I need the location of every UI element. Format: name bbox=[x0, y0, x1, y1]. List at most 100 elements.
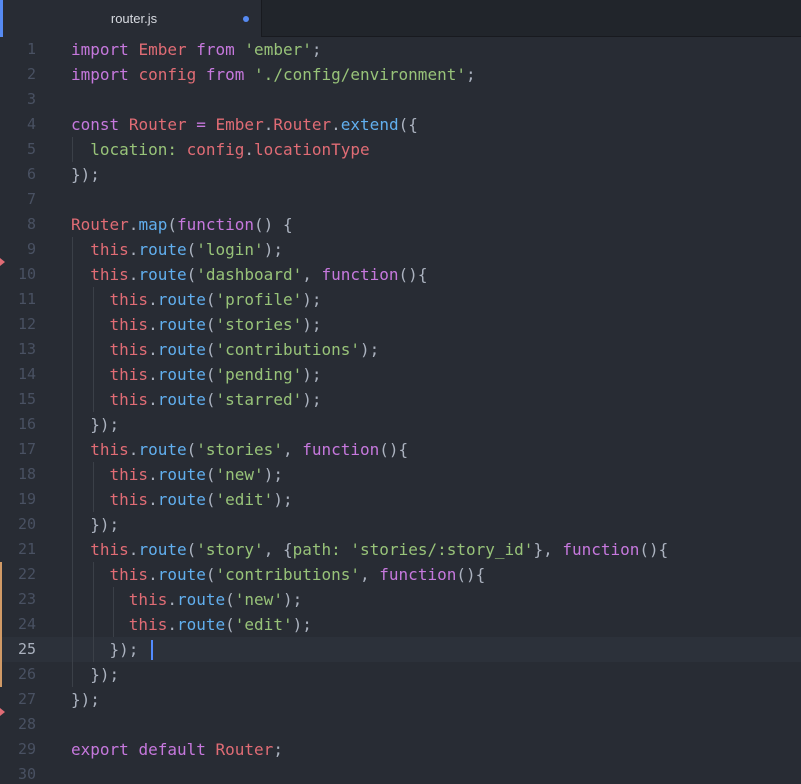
line-number[interactable]: 8 bbox=[0, 212, 36, 237]
code-token: . bbox=[244, 140, 255, 159]
code-line[interactable]: 8 Router.map(function() { bbox=[0, 212, 801, 237]
line-number[interactable]: 9 bbox=[0, 237, 36, 262]
line-number[interactable]: 15 bbox=[0, 387, 36, 412]
code-line[interactable]: 5 location: config.locationType bbox=[0, 137, 801, 162]
tab-bar: router.js bbox=[0, 0, 801, 37]
code-editor[interactable]: 1 import Ember from 'ember'; 2 import confi… bbox=[0, 37, 801, 784]
code-token: route bbox=[138, 240, 187, 259]
line-number[interactable]: 19 bbox=[0, 487, 36, 512]
line-number[interactable]: 11 bbox=[0, 287, 36, 312]
code-token: 'profile' bbox=[215, 290, 303, 309]
code-text: this.route('dashboard', function(){ bbox=[71, 262, 427, 287]
indent-guide bbox=[72, 462, 73, 487]
line-number[interactable]: 4 bbox=[0, 112, 36, 137]
code-line[interactable]: 17 this.route('stories', function(){ bbox=[0, 437, 801, 462]
code-line[interactable]: 10 this.route('dashboard', function(){ bbox=[0, 262, 801, 287]
line-number[interactable]: 24 bbox=[0, 612, 36, 637]
line-number[interactable]: 26 bbox=[0, 662, 36, 687]
code-line[interactable]: 30 bbox=[0, 762, 801, 784]
line-number[interactable]: 2 bbox=[0, 62, 36, 87]
code-line[interactable]: 6}); bbox=[0, 162, 801, 187]
code-line[interactable]: 12 this.route('stories'); bbox=[0, 312, 801, 337]
line-number[interactable]: 25 bbox=[0, 637, 36, 662]
code-token: }, bbox=[533, 540, 563, 559]
line-number[interactable]: 17 bbox=[0, 437, 36, 462]
line-number[interactable]: 12 bbox=[0, 312, 36, 337]
line-number[interactable]: 10 bbox=[0, 262, 36, 287]
code-line[interactable]: 1 import Ember from 'ember'; bbox=[0, 37, 801, 62]
code-line[interactable]: 25 }); bbox=[0, 637, 801, 662]
code-token: this bbox=[90, 265, 129, 284]
line-number[interactable]: 29 bbox=[0, 737, 36, 762]
line-number[interactable]: 22 bbox=[0, 562, 36, 587]
indent-guide bbox=[92, 337, 94, 362]
line-number[interactable]: 6 bbox=[0, 162, 36, 187]
line-number[interactable]: 20 bbox=[0, 512, 36, 537]
code-token: Router bbox=[273, 115, 332, 134]
code-token: route bbox=[157, 315, 206, 334]
line-number[interactable]: 27 bbox=[0, 687, 36, 712]
code-token: export bbox=[71, 740, 129, 759]
code-token: function bbox=[562, 540, 640, 559]
indent-guide bbox=[72, 312, 73, 337]
code-line[interactable]: 15 this.route('starred'); bbox=[0, 387, 801, 412]
code-line[interactable]: 13 this.route('contributions'); bbox=[0, 337, 801, 362]
line-number[interactable]: 7 bbox=[0, 187, 36, 212]
line-number[interactable]: 21 bbox=[0, 537, 36, 562]
code-line[interactable]: 18 this.route('new'); bbox=[0, 462, 801, 487]
code-line[interactable]: 19 this.route('edit'); bbox=[0, 487, 801, 512]
indent-guide bbox=[72, 287, 73, 312]
code-text: }); bbox=[71, 162, 100, 187]
line-number[interactable]: 28 bbox=[0, 712, 36, 737]
code-line[interactable]: 2 import config from './config/environmen… bbox=[0, 62, 801, 87]
code-token: 'stories' bbox=[196, 440, 283, 459]
code-token: . bbox=[128, 215, 139, 234]
indent-guide bbox=[72, 537, 73, 562]
indent-guide bbox=[92, 612, 94, 637]
line-number[interactable]: 5 bbox=[0, 137, 36, 162]
code-line[interactable]: 27}); bbox=[0, 687, 801, 712]
code-line[interactable]: 22 this.route('contributions', function(… bbox=[0, 562, 801, 587]
code-line[interactable]: 11 this.route('profile'); bbox=[0, 287, 801, 312]
code-token: ); bbox=[263, 465, 283, 484]
code-line[interactable]: 28 bbox=[0, 712, 801, 737]
code-line[interactable]: 16 }); bbox=[0, 412, 801, 437]
code-line[interactable]: 4 const Router = Ember.Router.extend({ bbox=[0, 112, 801, 137]
line-number[interactable]: 18 bbox=[0, 462, 36, 487]
code-token: route bbox=[138, 540, 187, 559]
code-line[interactable]: 20 }); bbox=[0, 512, 801, 537]
line-number[interactable]: 3 bbox=[0, 87, 36, 112]
code-token: 'edit' bbox=[234, 615, 293, 634]
tab-router-js[interactable]: router.js bbox=[0, 0, 262, 37]
code-token: . bbox=[128, 240, 139, 259]
code-line[interactable]: 21 this.route('story', {path: 'stories/:… bbox=[0, 537, 801, 562]
line-number[interactable]: 16 bbox=[0, 412, 36, 437]
code-token: route bbox=[157, 340, 206, 359]
line-number[interactable]: 23 bbox=[0, 587, 36, 612]
line-number[interactable]: 13 bbox=[0, 337, 36, 362]
code-text: import config from './config/environment… bbox=[71, 62, 476, 87]
line-number[interactable]: 14 bbox=[0, 362, 36, 387]
code-line[interactable]: 29 export default Router; bbox=[0, 737, 801, 762]
code-line[interactable]: 3 bbox=[0, 87, 801, 112]
code-line[interactable]: 26 }); bbox=[0, 662, 801, 687]
code-line[interactable]: 23 this.route('new'); bbox=[0, 587, 801, 612]
code-token: this bbox=[109, 465, 149, 484]
code-line[interactable]: 9 this.route('login'); bbox=[0, 237, 801, 262]
indent-guide bbox=[92, 487, 94, 512]
code-text: this.route('pending'); bbox=[71, 362, 322, 387]
code-line[interactable]: 24 this.route('edit'); bbox=[0, 612, 801, 637]
code-token: 'contributions' bbox=[215, 565, 361, 584]
line-number[interactable]: 30 bbox=[0, 762, 36, 784]
code-line[interactable]: 7 bbox=[0, 187, 801, 212]
line-number[interactable]: 1 bbox=[0, 37, 36, 62]
code-token: this bbox=[90, 540, 129, 559]
code-token: }); bbox=[71, 165, 100, 184]
code-token: , { bbox=[263, 540, 293, 559]
code-line[interactable]: 14 this.route('pending'); bbox=[0, 362, 801, 387]
modified-indicator-icon[interactable] bbox=[243, 16, 249, 22]
